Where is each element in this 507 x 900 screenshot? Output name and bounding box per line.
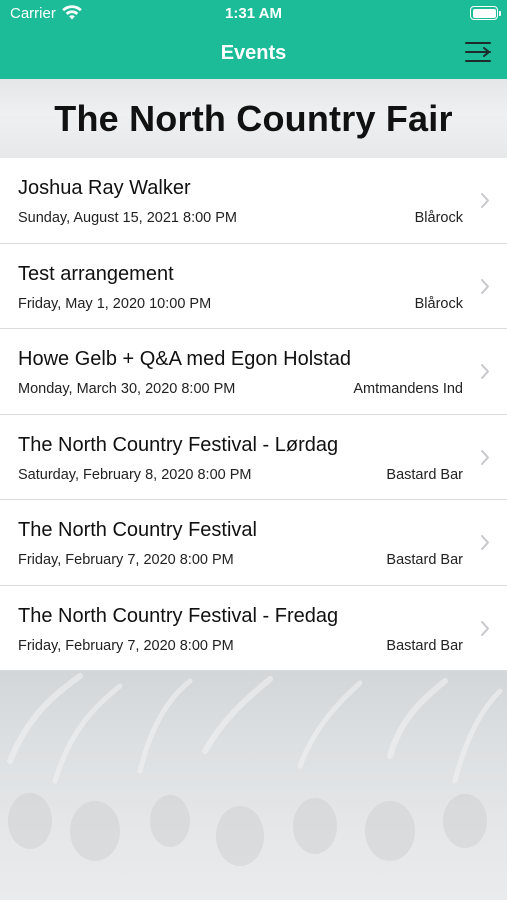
menu-icon[interactable] xyxy=(462,38,494,66)
status-time: 1:31 AM xyxy=(225,5,282,22)
chevron-right-icon xyxy=(481,620,489,636)
event-venue: Bastard Bar xyxy=(386,637,463,654)
navigation-bar: Carrier 1:31 AM Events xyxy=(0,0,507,79)
status-bar: Carrier 1:31 AM xyxy=(0,0,507,30)
event-date: Sunday, August 15, 2021 8:00 PM xyxy=(18,210,238,226)
background-crowd-image xyxy=(0,671,507,900)
event-title: Joshua Ray Walker xyxy=(18,177,191,199)
event-row[interactable]: Howe Gelb + Q&A med Egon Holstad Monday,… xyxy=(0,329,507,415)
chevron-right-icon xyxy=(481,193,489,208)
event-row[interactable]: The North Country Festival - Fredag Frid… xyxy=(0,585,507,671)
event-date: Friday, February 7, 2020 8:00 PM xyxy=(18,552,234,568)
event-venue: Bastard Bar xyxy=(386,552,463,568)
page-title: The North Country Fair xyxy=(54,98,453,139)
event-row[interactable]: Test arrangement Friday, May 1, 2020 10:… xyxy=(0,243,507,329)
event-title: Howe Gelb + Q&A med Egon Holstad xyxy=(18,348,351,370)
event-date: Monday, March 30, 2020 8:00 PM xyxy=(18,381,236,397)
event-title: The North Country Festival - Lørdag xyxy=(18,433,339,456)
event-title: Test arrangement xyxy=(18,262,174,285)
events-list: Joshua Ray Walker Sunday, August 15, 202… xyxy=(0,158,507,671)
chevron-right-icon xyxy=(481,278,489,294)
crowd-silhouette xyxy=(7,673,503,866)
event-venue: Blårock xyxy=(414,295,463,312)
nav-title: Events xyxy=(220,42,287,64)
chevron-right-icon xyxy=(481,449,489,465)
event-title: The North Country Festival - Fredag xyxy=(18,604,339,627)
event-date: Friday, May 1, 2020 10:00 PM xyxy=(18,295,212,312)
event-venue: Amtmandens Ind xyxy=(353,381,463,397)
event-venue: Blårock xyxy=(414,210,463,226)
battery-icon xyxy=(470,6,501,20)
event-date: Friday, February 7, 2020 8:00 PM xyxy=(18,637,234,654)
event-date: Saturday, February 8, 2020 8:00 PM xyxy=(18,466,252,483)
event-venue: Bastard Bar xyxy=(386,466,463,483)
event-title: The North Country Festival xyxy=(18,519,257,541)
event-row[interactable]: The North Country Festival Friday, Febru… xyxy=(0,500,507,586)
event-row[interactable]: The North Country Festival - Lørdag Satu… xyxy=(0,414,507,500)
chevron-right-icon xyxy=(481,535,489,550)
chevron-right-icon xyxy=(481,364,489,379)
event-row[interactable]: Joshua Ray Walker Sunday, August 15, 202… xyxy=(0,158,507,244)
